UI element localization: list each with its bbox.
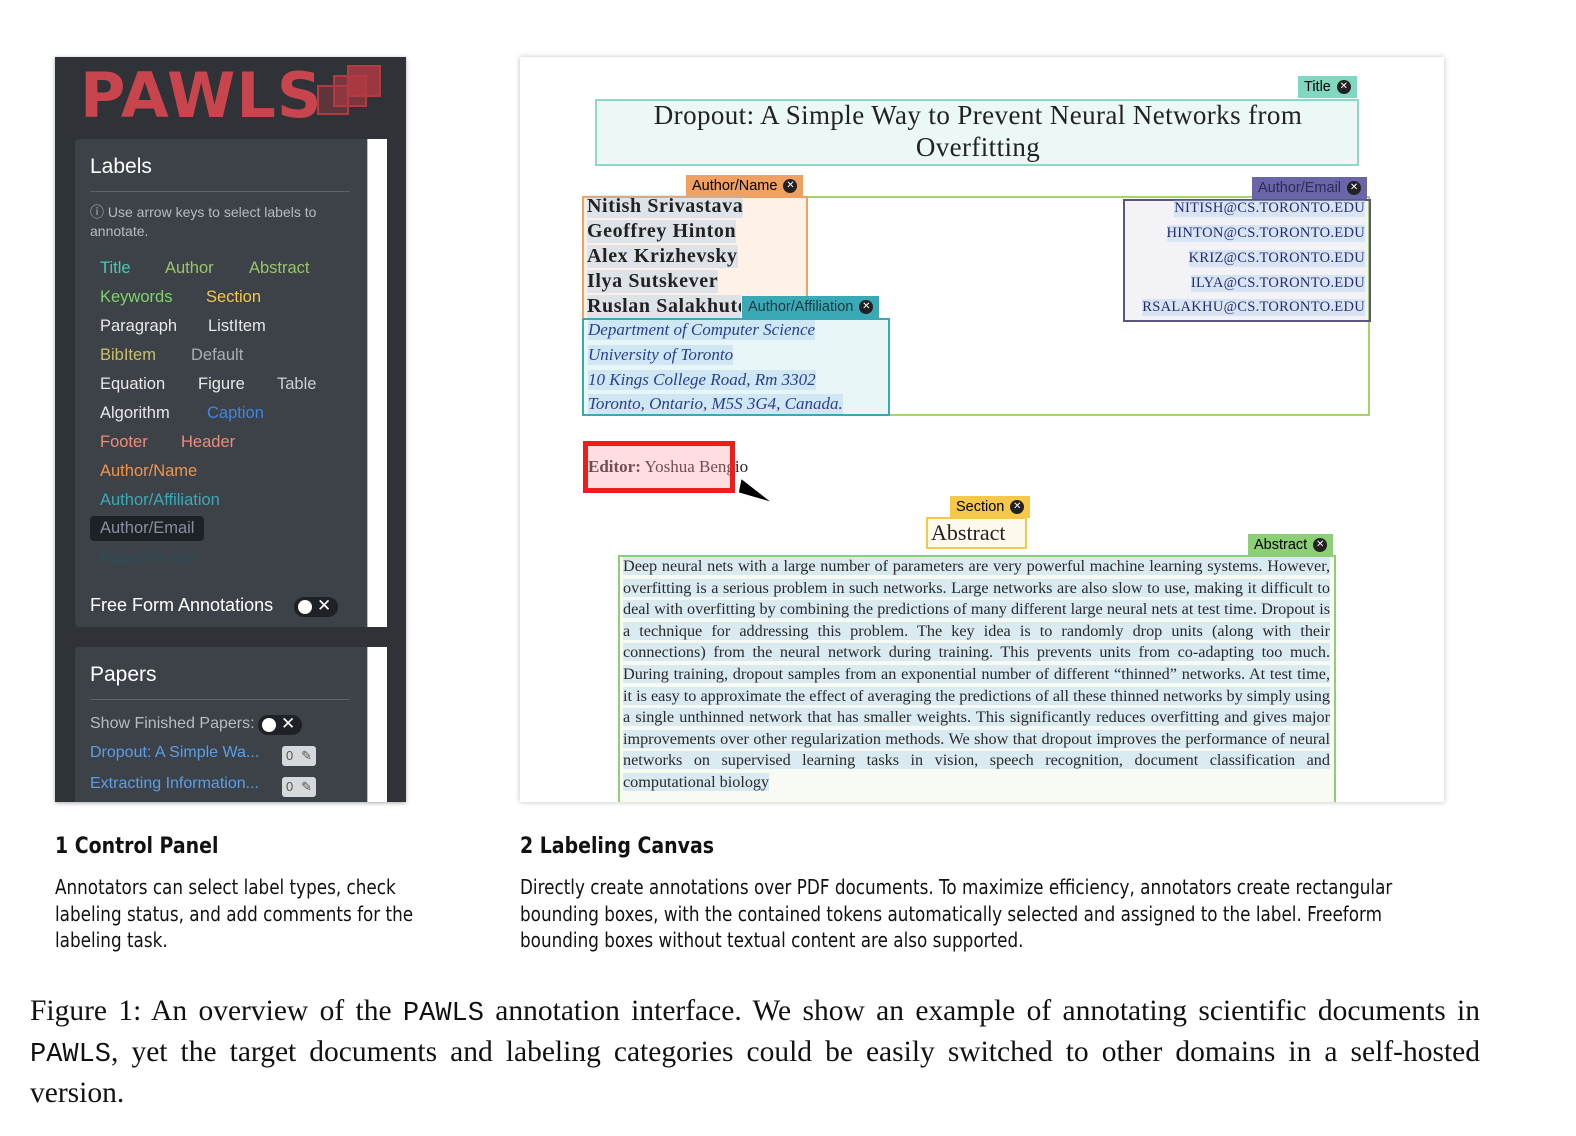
caption-middle: annotation interface. We show an example… (495, 995, 1480, 1027)
caption-prefix: Figure 1: An overview of the (30, 995, 392, 1027)
remove-annotation-icon[interactable]: ✕ (1010, 500, 1025, 514)
show-finished-label: Show Finished Papers: (90, 715, 255, 732)
new-annotation-selection-box[interactable] (583, 441, 735, 493)
affiliation-line: Toronto, Ontario, M5S 3G4, Canada. (588, 394, 843, 414)
remove-annotation-icon[interactable]: ✕ (1336, 80, 1351, 94)
caption-suffix: , yet the target documents and labeling … (30, 1036, 1480, 1109)
pawls-logo: PAWLS (80, 59, 323, 132)
author-email: RSALAKHU@CS.TORONTO.EDU (1142, 299, 1365, 316)
author-name: Nitish Srivastava (587, 195, 744, 218)
labels-hint-text: Use arrow keys to select labels to annot… (90, 204, 317, 239)
label-listitem[interactable]: ListItem (208, 317, 266, 336)
logo-squares-icon (317, 63, 385, 119)
abstract-tag[interactable]: Abstract ✕ (1248, 534, 1334, 556)
author-name: Ruslan Salakhutdinov (587, 295, 741, 318)
papers-title: Papers (90, 663, 157, 686)
author-name: Geoffrey Hinton (587, 220, 737, 243)
toggle-knob (298, 600, 312, 614)
label-bibitem[interactable]: BibItem (100, 346, 156, 365)
paper-link-dropout[interactable]: Dropout: A Simple Wa... (90, 744, 259, 762)
pencil-icon: ✎ (301, 748, 312, 763)
labels-title: Labels (90, 155, 152, 178)
info-icon: ⓘ (90, 204, 108, 220)
title-tag[interactable]: Title ✕ (1298, 76, 1357, 98)
toggle-knob (262, 718, 276, 732)
papers-scrollbar[interactable] (367, 647, 387, 802)
label-author[interactable]: Author (165, 259, 214, 278)
remove-annotation-icon[interactable]: ✕ (783, 179, 798, 193)
papers-card: Papers Show Finished Papers: ✕ Dropout: … (75, 647, 387, 802)
label-paper-venue[interactable]: Paper/Venue (100, 549, 195, 568)
author-email: HINTON@CS.TORONTO.EDU (1166, 225, 1365, 242)
paper-status-badge[interactable]: 0 ✎ (282, 777, 316, 797)
author-email: NITISH@CS.TORONTO.EDU (1174, 200, 1365, 217)
pencil-icon: ✎ (301, 779, 312, 794)
label-algorithm[interactable]: Algorithm (100, 404, 170, 423)
label-equation[interactable]: Equation (100, 375, 165, 394)
label-footer[interactable]: Footer (100, 433, 148, 452)
abstract-tag-text: Abstract (1254, 537, 1308, 553)
label-caption[interactable]: Caption (207, 404, 264, 423)
labeling-canvas[interactable]: Title ✕ Dropout: A Simple Way to Prevent … (520, 57, 1444, 802)
divider (90, 191, 350, 192)
paper-link-extracting[interactable]: Extracting Information... (90, 775, 259, 793)
paper-status-badge[interactable]: 0 ✎ (282, 746, 316, 766)
label-section[interactable]: Section (206, 288, 261, 307)
show-finished-toggle[interactable]: ✕ (258, 714, 302, 735)
figure-caption: Figure 1: An overview of the PAWLS annot… (30, 992, 1480, 1112)
labeling-canvas-caption-desc: Directly create annotations over PDF doc… (520, 875, 1393, 952)
label-abstract[interactable]: Abstract (249, 259, 310, 278)
label-figure[interactable]: Figure (198, 375, 245, 394)
section-tag-text: Section (956, 499, 1005, 515)
caption-code: PAWLS (402, 999, 484, 1029)
affiliation-line: Department of Computer Science (588, 320, 816, 340)
free-form-toggle[interactable]: ✕ (294, 596, 338, 617)
abstract-text: Deep neural nets with a large number of … (623, 557, 1330, 791)
author-email: KRIZ@CS.TORONTO.EDU (1188, 250, 1365, 267)
control-panel-caption-title: 1 Control Panel (55, 834, 219, 859)
label-title[interactable]: Title (100, 259, 131, 278)
control-panel-caption-desc: Annotators can select label types, check… (55, 875, 414, 952)
author-name-tag-text: Author/Name (692, 178, 778, 194)
label-author-affiliation[interactable]: Author/Affiliation (100, 491, 220, 510)
labels-card: Labels ⓘ Use arrow keys to select labels… (75, 139, 387, 627)
author-email-tag-text: Author/Email (1258, 180, 1342, 196)
affiliation-line: 10 Kings College Road, Rm 3302 (588, 370, 816, 390)
remove-annotation-icon[interactable]: ✕ (1347, 181, 1362, 195)
title-tag-text: Title (1304, 79, 1331, 95)
remove-annotation-icon[interactable]: ✕ (859, 300, 874, 314)
abstract-heading: Abstract (931, 520, 1006, 545)
label-default[interactable]: Default (191, 346, 243, 365)
author-name: Alex Krizhevsky (587, 245, 738, 268)
close-icon: ✕ (317, 596, 332, 615)
free-form-annotations-label: Free Form Annotations (90, 595, 274, 615)
caption-code: PAWLS (30, 1040, 112, 1070)
author-email: ILYA@CS.TORONTO.EDU (1190, 275, 1365, 292)
author-affiliation-tag[interactable]: Author/Affiliation ✕ (742, 296, 880, 318)
paper-count: 0 (286, 779, 294, 794)
paper-title: Dropout: A Simple Way to Prevent Neural … (653, 100, 1303, 162)
labeling-canvas-caption-title: 2 Labeling Canvas (520, 834, 715, 859)
section-tag[interactable]: Section ✕ (950, 496, 1031, 518)
label-author-name[interactable]: Author/Name (100, 462, 197, 481)
label-paragraph[interactable]: Paragraph (100, 317, 177, 336)
author-name: Ilya Sutskever (587, 270, 719, 293)
label-header[interactable]: Header (181, 433, 235, 452)
mouse-cursor-icon (734, 479, 770, 511)
author-name-tag[interactable]: Author/Name ✕ (686, 175, 804, 197)
author-affiliation-tag-text: Author/Affiliation (748, 299, 854, 315)
paper-count: 0 (286, 748, 294, 763)
labels-hint: ⓘ Use arrow keys to select labels to ann… (90, 203, 350, 241)
abstract-body: Deep neural nets with a large number of … (623, 556, 1330, 794)
label-table[interactable]: Table (277, 375, 316, 394)
label-keywords[interactable]: Keywords (100, 288, 172, 307)
control-panel: PAWLS Labels ⓘ Use arrow keys to select … (55, 57, 406, 802)
labels-scrollbar[interactable] (367, 139, 387, 627)
label-author-email-selected[interactable]: Author/Email (90, 516, 205, 541)
close-icon: ✕ (281, 714, 296, 733)
affiliation-line: University of Toronto (588, 345, 734, 365)
divider (90, 699, 350, 700)
remove-annotation-icon[interactable]: ✕ (1313, 538, 1328, 552)
author-email-tag[interactable]: Author/Email ✕ (1252, 177, 1368, 199)
